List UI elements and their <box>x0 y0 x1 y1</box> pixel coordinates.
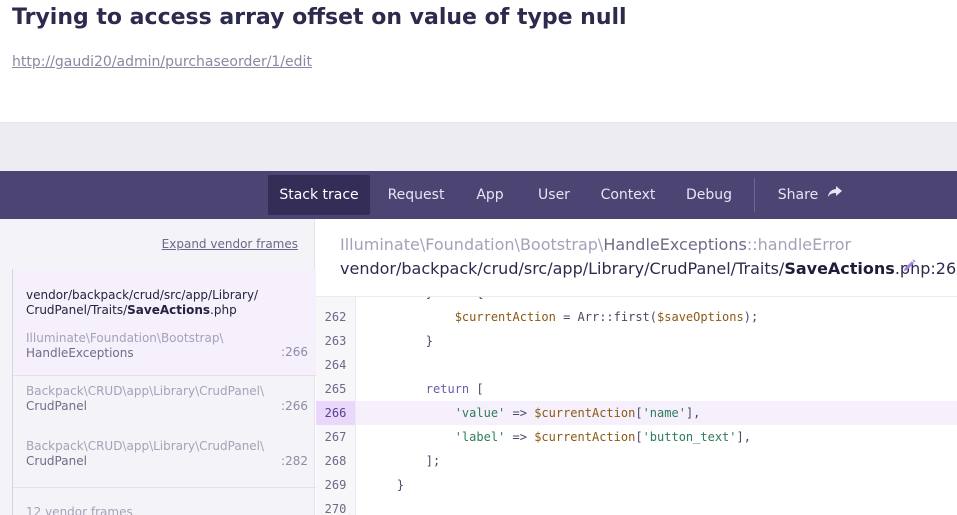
code-line: 264 <box>316 353 957 377</box>
line-number[interactable]: 267 <box>316 425 356 449</box>
exception-location: Illuminate\Foundation\Bootstrap\HandleEx… <box>340 235 852 254</box>
frame-line-number: :282 <box>281 454 308 468</box>
frame-class: Backpack\CRUD\app\Library\CrudPanel\ <box>26 384 265 398</box>
header-spacer <box>0 123 957 171</box>
frame-line-number: :266 <box>281 345 308 359</box>
code-text: } <box>368 334 434 348</box>
share-button[interactable]: Share <box>770 175 826 215</box>
tab-request[interactable]: Request <box>376 175 456 215</box>
request-url-link[interactable]: http://gaudi20/admin/purchaseorder/1/edi… <box>12 54 312 70</box>
code-line: 270 <box>316 497 957 515</box>
code-text: } else { <box>368 297 484 305</box>
code-line: 265 return [ <box>316 377 957 401</box>
vendor-frames-toggle[interactable]: 12 vendor frames <box>26 505 133 515</box>
stack-frame[interactable]: Backpack\CRUD\app\Library\CrudPanel\ Cru… <box>13 431 316 486</box>
code-line: 263 } <box>316 329 957 353</box>
frame-list: vendor/backpack/crud/src/app/Library/ Cr… <box>12 269 316 515</box>
tab-stack-trace[interactable]: Stack trace <box>268 175 370 215</box>
tab-context[interactable]: Context <box>594 175 662 215</box>
line-number[interactable]: 270 <box>316 497 356 515</box>
frame-line-number: :266 <box>281 399 308 413</box>
exception-file-path: vendor/backpack/crud/src/app/Library/Cru… <box>340 259 957 278</box>
line-number[interactable]: 263 <box>316 329 356 353</box>
line-number[interactable]: 264 <box>316 353 356 377</box>
code-line: 262 $currentAction = Arr::first($saveOpt… <box>316 305 957 329</box>
line-number[interactable]: 266 <box>316 401 356 425</box>
frame-method: HandleExceptions <box>26 346 134 360</box>
code-text: $currentAction = Arr::first($saveOptions… <box>454 310 759 324</box>
code-line: 268 ]; <box>316 449 957 473</box>
frame-method: CrudPanel <box>26 399 87 413</box>
line-number[interactable]: 265 <box>316 377 356 401</box>
code-text: } <box>368 478 405 492</box>
code-line: 267 'label' => $currentAction['button_te… <box>316 425 957 449</box>
pencil-icon[interactable] <box>902 259 916 273</box>
nav-divider <box>754 178 755 212</box>
frame-class: Backpack\CRUD\app\Library\CrudPanel\ <box>26 439 265 453</box>
line-number[interactable]: 261 <box>316 297 356 305</box>
tab-debug[interactable]: Debug <box>676 175 742 215</box>
error-title: Trying to access array offset on value o… <box>12 5 627 30</box>
error-header: Trying to access array offset on value o… <box>0 0 957 123</box>
line-number[interactable]: 262 <box>316 305 356 329</box>
stack-frames-sidebar: Expand vendor frames vendor/backpack/cru… <box>0 219 316 515</box>
code-line: 266 'value' => $currentAction['name'], <box>316 401 957 425</box>
code-line: 261 } else { <box>316 297 957 305</box>
code-snippet: 261 } else {262 $currentAction = Arr::fi… <box>316 296 957 515</box>
stack-frame-selected[interactable]: vendor/backpack/crud/src/app/Library/ Cr… <box>13 269 316 376</box>
tab-app[interactable]: App <box>466 175 514 215</box>
code-viewer: Illuminate\Foundation\Bootstrap\HandleEx… <box>316 219 957 515</box>
code-text: return [ <box>425 382 484 396</box>
line-number[interactable]: 269 <box>316 473 356 497</box>
main-nav: Stack trace Request App User Context Deb… <box>0 171 957 219</box>
line-number[interactable]: 268 <box>316 449 356 473</box>
stack-frame[interactable]: Backpack\CRUD\app\Library\CrudPanel\ Cru… <box>13 376 316 431</box>
code-text: 'value' => $currentAction['name'], <box>454 406 701 420</box>
tab-user[interactable]: User <box>528 175 580 215</box>
frame-method: CrudPanel <box>26 454 87 468</box>
expand-vendor-frames-link[interactable]: Expand vendor frames <box>162 237 298 251</box>
frame-class: Illuminate\Foundation\Bootstrap\ <box>26 331 224 345</box>
share-arrow-icon[interactable] <box>827 185 843 199</box>
code-text: 'label' => $currentAction['button_text']… <box>454 430 751 444</box>
frame-file-path: vendor/backpack/crud/src/app/Library/ Cr… <box>26 288 259 317</box>
frame-separator <box>13 487 316 488</box>
code-text: ]; <box>368 454 441 468</box>
code-line: 269 } <box>316 473 957 497</box>
